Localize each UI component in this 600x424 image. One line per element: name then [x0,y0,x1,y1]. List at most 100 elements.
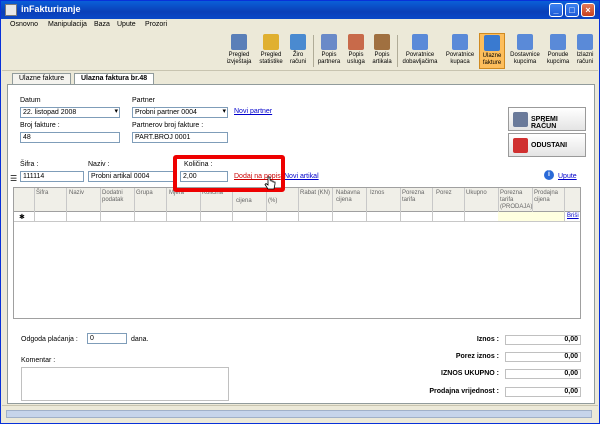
prodaja-cell[interactable] [498,212,564,221]
toolbar-pregled-izvjestaja[interactable]: Pregled izvještaja [222,33,256,69]
window-title: inFakturiranje [21,4,81,14]
sifra-label: Šifra : [20,161,39,168]
toolbar-separator [397,35,398,67]
porez-iznos-label: Porez iznos : [455,353,499,360]
menu-bar: Osnovno Manipulacija Baza Upute Prozori [2,19,598,31]
menu-manipulacija[interactable]: Manipulacija [48,21,87,28]
col-ukupno[interactable]: Ukupno [466,190,487,197]
upute-link[interactable]: Upute [558,173,577,180]
toolbar-popis-usluga[interactable]: Popis usluga [344,33,368,69]
table-header: Šifra Naziv Dodatni podatak Grupa Mjera … [14,188,580,212]
col-sifra[interactable]: Šifra [36,190,48,197]
maximize-button[interactable]: □ [565,3,579,17]
customer-return-icon [452,34,468,50]
items-table: Šifra Naziv Dodatni podatak Grupa Mjera … [13,187,581,319]
novi-artikal-link[interactable]: Novi artikal [284,173,319,180]
toolbar-izlazni-racuni[interactable]: Izlazni računi [573,33,597,69]
toolbar-popis-partnera[interactable]: Popis partnera [316,33,342,69]
power-icon [513,138,528,153]
toolbar-label: Ulazne fakture [482,53,502,66]
partner-label: Partner [132,97,155,104]
col-prodajna-cijena[interactable]: Prodajna cijena [534,190,564,204]
toolbar-povratnice-kupaca[interactable]: Povratnice kupaca [442,33,478,69]
odustani-label: ODUSTANI [531,142,568,149]
col-naziv[interactable]: Naziv [69,190,84,197]
toolbar-label: Žiro računi [289,52,307,65]
info-icon: i [544,170,554,180]
col-dodatni-podatak[interactable]: Dodatni podatak [102,190,134,204]
services-icon [348,34,364,50]
tab-ulazne-fakture[interactable]: Ulazne fakture [12,73,72,84]
toolbar-label: Povratnice kupaca [445,52,475,65]
col-porezna-tarifa[interactable]: Porezna tarifa [402,190,432,204]
new-row-marker: ✱ [19,214,25,221]
spremi-racun-button[interactable]: SPREMI RAČUN [508,107,586,131]
tab-ulazna-faktura[interactable]: Ulazna faktura br.48 [74,73,155,84]
toolbar-separator [313,35,314,67]
toolbar-label: Popis artikala [372,52,392,65]
datum-label: Datum [20,97,41,104]
col-cijena[interactable]: cijena [236,198,252,205]
brisi-link[interactable]: Briši [567,213,579,219]
col-grupa[interactable]: Grupa [136,190,153,197]
naziv-label: Naziv : [88,161,110,168]
partnerov-broj-input[interactable]: PART.BROJ 0001 [132,132,228,143]
report-icon [231,34,247,50]
list-icon[interactable]: ☰ [10,174,17,183]
col-porez[interactable]: Porez [436,190,452,197]
offers-icon [550,34,566,50]
toolbar-povratnice-dobavljacima[interactable]: Povratnice dobavljačima [400,33,440,69]
document-tabs: Ulazne fakture Ulazna faktura br.48 [2,72,598,84]
spremi-label: SPREMI RAČUN [531,116,558,130]
col-iznos[interactable]: Iznos [370,190,384,197]
save-icon [513,112,528,127]
odgoda-input[interactable]: 0 [87,333,127,344]
prodajna-vrijednost-value: 0,00 [505,387,581,397]
partners-icon [321,34,337,50]
table-new-row[interactable]: ✱ Briši [14,212,580,222]
menu-prozori[interactable]: Prozori [145,21,167,28]
prodajna-vrijednost-label: Prodajna vrijednost : [429,388,499,395]
toolbar-label: Pregled izvještaja [226,52,252,65]
toolbar-ponude-kupcima[interactable]: Ponude kupcima [544,33,572,69]
toolbar-label: Izlazni računi [576,52,594,65]
col-rabat-postotak[interactable]: (%) [268,198,277,205]
toolbar: Pregled izvještaja Pregled statistike Ži… [2,31,598,71]
naziv-input[interactable]: Probni artikal 0004 [88,171,174,182]
col-porezna-tarifa-prodaja[interactable]: Porezna tarifa (PRODAJA) [500,190,534,211]
toolbar-dostavnice-kupcima[interactable]: Dostavnice kupcima [508,33,542,69]
title-bar: inFakturiranje _ □ × [1,1,599,19]
close-button[interactable]: × [581,3,595,17]
app-window: inFakturiranje _ □ × Osnovno Manipulacij… [0,0,600,424]
menu-osnovno[interactable]: Osnovno [10,21,38,28]
broj-fakture-input[interactable]: 48 [20,132,120,143]
toolbar-ziro-racuni[interactable]: Žiro računi [286,33,310,69]
supplier-return-icon [412,34,428,50]
bank-account-icon [290,34,306,50]
partner-select[interactable]: Probni partner 0004 [132,107,228,118]
odustani-button[interactable]: ODUSTANI [508,133,586,157]
iznos-ukupno-value: 0,00 [505,369,581,379]
iznos-ukupno-label: IZNOS UKUPNO : [441,370,499,377]
toolbar-label: Popis usluga [347,52,365,65]
toolbar-pregled-statistike[interactable]: Pregled statistike [256,33,286,69]
partnerov-broj-label: Partnerov broj fakture : [132,122,204,129]
iznos-value: 0,00 [505,335,581,345]
toolbar-popis-artikala[interactable]: Popis artikala [370,33,394,69]
sifra-input[interactable]: 111114 [20,171,84,182]
toolbar-label: Popis partnera [317,52,341,65]
menu-upute[interactable]: Upute [117,21,136,28]
minimize-button[interactable]: _ [549,3,563,17]
iznos-label: Iznos : [476,336,499,343]
col-nabavna-cijena[interactable]: Nabavna cijena [336,190,366,204]
toolbar-ulazne-fakture[interactable]: Ulazne fakture [479,33,505,69]
datum-picker[interactable]: 22. listopad 2008 [20,107,120,118]
komentar-textarea[interactable] [21,367,229,401]
app-icon [5,4,17,16]
articles-icon [374,34,390,50]
novi-partner-link[interactable]: Novi partner [234,108,272,115]
col-rabat-kn[interactable]: Rabat (KN) [300,190,330,197]
menu-baza[interactable]: Baza [94,21,110,28]
delivery-notes-icon [517,34,533,50]
toolbar-label: Dostavnice kupcima [510,52,540,65]
